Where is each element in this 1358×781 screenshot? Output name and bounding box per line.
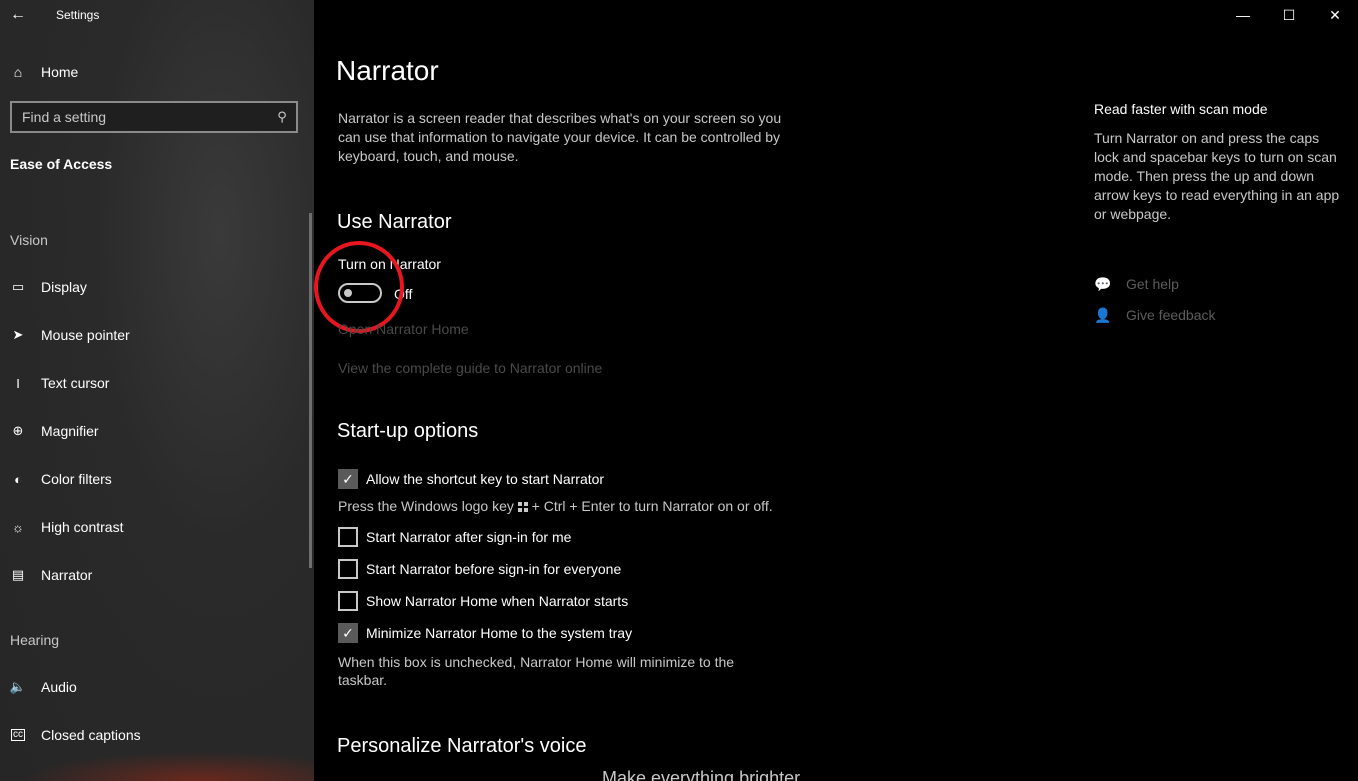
home-label: Home [41, 64, 79, 80]
shortcut-help-post: + Ctrl + Enter to turn Narrator on or of… [531, 498, 773, 514]
settings-window: ← Settings ⌂ Home ⚲ Ease of Access Visio… [0, 0, 1358, 781]
annotation-circle [314, 241, 404, 333]
sidebar-item-display[interactable]: ▭ Display [0, 272, 314, 302]
close-icon: ✕ [1329, 6, 1341, 23]
checkmark-icon: ✓ [342, 470, 354, 487]
personalize-voice-heading: Personalize Narrator's voice [337, 735, 587, 757]
shortcut-help-text: Press the Windows logo key + Ctrl + Ente… [338, 497, 773, 515]
maximize-icon: ☐ [1282, 6, 1296, 23]
narrator-icon: ▤ [11, 567, 25, 582]
window-controls: — ☐ ✕ [1220, 0, 1358, 30]
narrator-guide-link[interactable]: View the complete guide to Narrator onli… [338, 360, 602, 376]
after-signin-checkbox[interactable] [338, 527, 358, 547]
aside-title: Read faster with scan mode [1094, 101, 1268, 117]
sidebar-item-high-contrast[interactable]: ☼ High contrast [0, 512, 314, 542]
give-feedback-label: Give feedback [1126, 307, 1216, 323]
minimize-button[interactable]: — [1220, 0, 1266, 30]
give-feedback-link[interactable]: 👤 Give feedback [1094, 305, 1216, 325]
sidebar-item-label: High contrast [41, 519, 124, 535]
shortcut-key-checkbox[interactable]: ✓ [338, 469, 358, 489]
search-input[interactable] [12, 109, 268, 125]
before-signin-checkbox[interactable] [338, 559, 358, 579]
page-description: Narrator is a screen reader that describ… [338, 110, 782, 164]
shortcut-help-pre: Press the Windows logo key [338, 498, 514, 514]
show-home-checkbox[interactable] [338, 591, 358, 611]
maximize-button[interactable]: ☐ [1266, 0, 1312, 30]
checkmark-icon: ✓ [342, 624, 354, 641]
group-label-hearing: Hearing [10, 632, 60, 648]
sidebar-item-mouse-pointer[interactable]: ➤ Mouse pointer [0, 320, 314, 350]
get-help-link[interactable]: 💬 Get help [1094, 274, 1179, 294]
sidebar-item-label: Closed captions [41, 727, 141, 743]
high-contrast-icon: ☼ [12, 519, 24, 535]
sidebar-item-narrator[interactable]: ▤ Narrator [0, 560, 314, 590]
after-signin-option[interactable]: Start Narrator after sign-in for me [338, 527, 571, 547]
page-title: Narrator [336, 55, 439, 86]
sidebar-item-label: Magnifier [41, 423, 99, 439]
sidebar-scrollbar[interactable] [309, 213, 312, 568]
sidebar-item-label: Audio [41, 679, 77, 695]
partially-visible-heading: Make everything brighter [602, 768, 801, 781]
sidebar-item-label: Display [41, 279, 87, 295]
feedback-icon: 👤 [1094, 306, 1112, 323]
sidebar-item-color-filters[interactable]: ◐ Color filters [0, 464, 314, 494]
open-narrator-home-link[interactable]: Open Narrator Home [338, 321, 469, 337]
help-chat-icon: 💬 [1094, 275, 1112, 292]
title-bar: ← Settings [0, 0, 314, 30]
color-filters-icon: ◐ [14, 471, 22, 487]
before-signin-option[interactable]: Start Narrator before sign-in for everyo… [338, 559, 621, 579]
monitor-icon: ▭ [11, 279, 25, 294]
close-button[interactable]: ✕ [1312, 0, 1358, 30]
back-button[interactable]: ← [0, 0, 36, 30]
sidebar: ← Settings ⌂ Home ⚲ Ease of Access Visio… [0, 0, 314, 781]
closed-captions-icon: cc [11, 729, 25, 741]
main-content: — ☐ ✕ Narrator Narrator is a screen read… [314, 0, 1358, 781]
audio-icon: 🔈 [9, 679, 27, 694]
minimize-help-text: When this box is unchecked, Narrator Hom… [338, 654, 735, 688]
back-arrow-icon: ← [10, 6, 26, 23]
magnifier-icon: ⊕ [12, 423, 24, 438]
sidebar-item-closed-captions[interactable]: cc Closed captions [0, 720, 314, 750]
sidebar-item-label: Narrator [41, 567, 93, 583]
search-icon[interactable]: ⚲ [268, 109, 296, 125]
startup-options-heading: Start-up options [337, 420, 479, 442]
before-signin-label: Start Narrator before sign-in for everyo… [366, 561, 622, 577]
windows-logo-icon [517, 502, 528, 513]
show-home-option[interactable]: Show Narrator Home when Narrator starts [338, 591, 628, 611]
sidebar-item-home[interactable]: ⌂ Home [0, 58, 314, 86]
sidebar-item-label: Mouse pointer [41, 327, 130, 343]
show-home-label: Show Narrator Home when Narrator starts [366, 593, 629, 609]
sidebar-item-magnifier[interactable]: ⊕ Magnifier [0, 416, 314, 446]
after-signin-label: Start Narrator after sign-in for me [366, 529, 572, 545]
shortcut-key-label: Allow the shortcut key to start Narrator [366, 471, 605, 487]
minimize-home-option[interactable]: ✓ Minimize Narrator Home to the system t… [338, 623, 632, 643]
minimize-home-label: Minimize Narrator Home to the system tra… [366, 625, 633, 641]
home-icon: ⌂ [13, 64, 23, 80]
minimize-icon: — [1236, 7, 1250, 23]
use-narrator-heading: Use Narrator [337, 211, 452, 233]
sidebar-item-audio[interactable]: 🔈 Audio [0, 672, 314, 702]
mouse-pointer-icon: ➤ [12, 327, 24, 342]
get-help-label: Get help [1126, 276, 1179, 292]
section-title: Ease of Access [10, 156, 113, 172]
text-cursor-icon: I [16, 375, 20, 391]
minimize-home-checkbox[interactable]: ✓ [338, 623, 358, 643]
search-box[interactable]: ⚲ [10, 101, 298, 133]
sidebar-item-label: Color filters [41, 471, 112, 487]
aside-description: Turn Narrator on and press the caps lock… [1094, 130, 1340, 222]
group-label-vision: Vision [10, 232, 48, 248]
sidebar-item-text-cursor[interactable]: I Text cursor [0, 368, 314, 398]
sidebar-item-label: Text cursor [41, 375, 110, 391]
shortcut-key-option[interactable]: ✓ Allow the shortcut key to start Narrat… [338, 469, 604, 489]
app-title: Settings [56, 8, 100, 22]
